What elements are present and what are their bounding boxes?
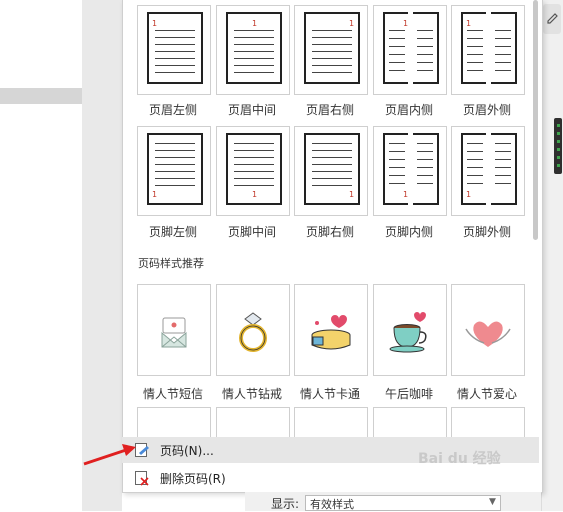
page-thumbnail: 1 [461,11,517,85]
remove-page-number-icon [135,471,149,486]
page-thumbnail: 1 [461,132,517,206]
style-tile[interactable] [294,407,368,438]
layout-caption: 页脚右侧 [305,225,354,239]
style-tile[interactable] [451,407,525,438]
layout-caption: 页脚外侧 [462,225,511,239]
style-tile-valentine-cartoon[interactable] [294,284,368,376]
coffee-cup-icon [389,312,427,353]
style-caption: 情人节爱心 [456,387,517,401]
layout-caption: 页脚中间 [227,225,276,239]
page-thumbnail: 1 [226,133,282,205]
gift-icon [311,315,351,350]
layout-tile-header-left[interactable]: 1 [137,5,211,95]
pointer-arrow-icon [83,444,136,466]
menu-item-label: 删除页码(R) [160,472,226,486]
layout-caption: 页脚内侧 [384,225,433,239]
document-gutter [82,0,122,511]
layout-tile-header-outside[interactable]: 1 [451,5,525,95]
layout-tile-footer-left[interactable]: 1 [137,126,211,216]
display-filter-row: 显示: 有效样式 ▼ [245,492,541,511]
page-thumbnail: 1 [383,11,439,85]
display-label: 显示: [271,497,300,511]
layout-caption: 页眉右侧 [305,103,354,117]
style-tile-afternoon-coffee[interactable] [373,284,447,376]
style-caption: 情人节钻戒 [221,387,282,401]
document-area [0,0,82,511]
layout-tile-footer-inside[interactable]: 1 [373,126,447,216]
dropdown-scrollbar[interactable] [533,0,538,240]
page-thumbnail: 1 [147,12,203,84]
ring-icon [239,312,267,352]
style-tile[interactable] [373,407,447,438]
display-select[interactable]: 有效样式 [305,495,501,511]
chevron-down-icon[interactable]: ▼ [489,497,496,507]
section-title: 页码样式推荐 [138,257,204,270]
style-tile-valentine-heart[interactable] [451,284,525,376]
menu-item-label: 页码(N)... [160,444,214,458]
layout-caption: 页眉左侧 [148,103,197,117]
document-divider [0,88,82,104]
layout-caption: 页眉内侧 [384,103,433,117]
page-thumbnail: 1 [383,132,439,206]
page-thumbnail: 1 [147,133,203,205]
layout-tile-footer-right[interactable]: 1 [294,126,368,216]
layout-tile-footer-outside[interactable]: 1 [451,126,525,216]
page-thumbnail: 1 [226,12,282,84]
layout-caption: 页眉外侧 [462,103,511,117]
panel-grip[interactable] [554,118,562,174]
style-tile[interactable] [137,407,211,438]
page-thumbnail: 1 [304,133,360,205]
page-thumbnail: 1 [304,12,360,84]
layout-tile-header-inside[interactable]: 1 [373,5,447,95]
layout-tile-footer-center[interactable]: 1 [216,126,290,216]
style-tile-valentine-ring[interactable] [216,284,290,376]
layout-tile-header-center[interactable]: 1 [216,5,290,95]
right-toolbar [541,0,563,511]
envelope-icon [161,317,187,348]
watermark: Bai du 经验 [418,451,501,467]
style-caption: 情人节短信 [142,387,203,401]
layout-caption: 页眉中间 [227,103,276,117]
style-tile[interactable] [216,407,290,438]
menu-item-remove-page-number[interactable]: 删除页码(R) [122,465,539,491]
edit-icon[interactable] [543,4,561,34]
style-caption: 情人节卡通 [299,387,360,401]
layout-caption: 页脚左侧 [148,225,197,239]
heart-hands-icon [465,321,511,347]
style-caption: 午后咖啡 [384,387,433,401]
layout-tile-header-right[interactable]: 1 [294,5,368,95]
style-tile-valentine-sms[interactable] [137,284,211,376]
